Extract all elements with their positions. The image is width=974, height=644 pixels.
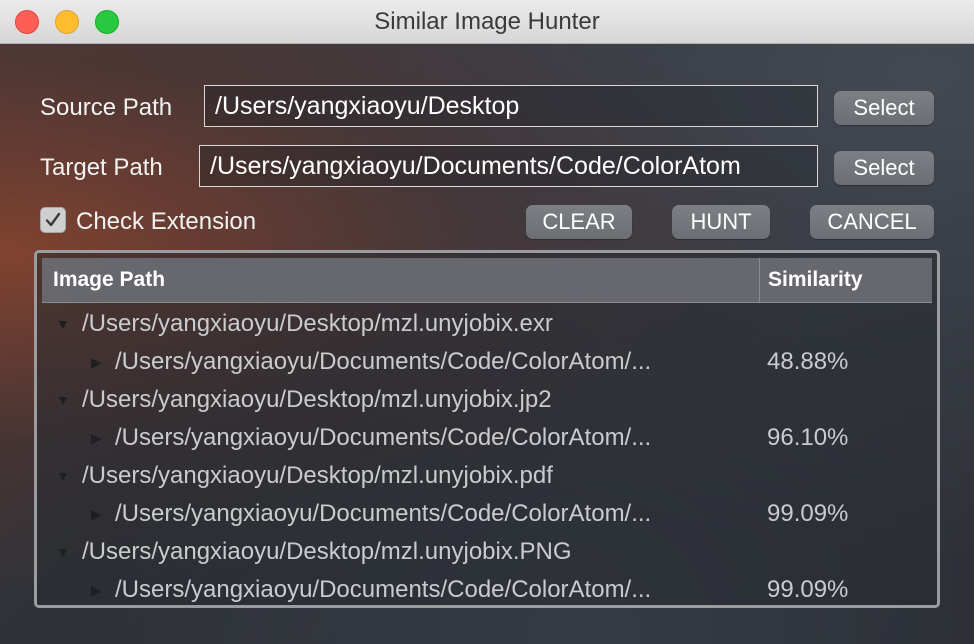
outline-row-source[interactable]: ▼/Users/yangxiaoyu/Desktop/mzl.unyjobix.…: [42, 381, 932, 419]
disclosure-expanded-icon[interactable]: ▼: [56, 381, 76, 419]
source-path-field[interactable]: /Users/yangxiaoyu/Desktop: [204, 85, 818, 127]
row-image-path: /Users/yangxiaoyu/Desktop/mzl.unyjobix.P…: [82, 538, 572, 565]
disclosure-collapsed-icon[interactable]: ▶: [91, 571, 111, 605]
row-image-path: /Users/yangxiaoyu/Desktop/mzl.unyjobix.j…: [82, 386, 552, 413]
target-select-button[interactable]: Select: [834, 151, 934, 185]
checkmark-icon: [45, 212, 61, 227]
window-title: Similar Image Hunter: [374, 8, 600, 35]
row-similarity: 96.10%: [767, 424, 849, 451]
source-path-label: Source Path: [40, 94, 173, 121]
clear-button[interactable]: CLEAR: [526, 205, 632, 239]
main-content: Source Path /Users/yangxiaoyu/Desktop Se…: [0, 44, 974, 644]
row-image-path: /Users/yangxiaoyu/Documents/Code/ColorAt…: [115, 500, 652, 527]
source-select-button[interactable]: Select: [834, 91, 934, 125]
check-extension-checkbox[interactable]: [40, 207, 66, 233]
row-image-path: /Users/yangxiaoyu/Documents/Code/ColorAt…: [115, 576, 652, 603]
title-bar: Similar Image Hunter: [0, 0, 974, 44]
disclosure-expanded-icon[interactable]: ▼: [56, 533, 76, 571]
disclosure-collapsed-icon[interactable]: ▶: [91, 343, 111, 381]
target-path-field[interactable]: /Users/yangxiaoyu/Documents/Code/ColorAt…: [199, 145, 818, 187]
disclosure-expanded-icon[interactable]: ▼: [56, 457, 76, 495]
column-header-image-path[interactable]: Image Path: [53, 258, 165, 302]
disclosure-collapsed-icon[interactable]: ▶: [91, 495, 111, 533]
row-image-path: /Users/yangxiaoyu/Desktop/mzl.unyjobix.p…: [82, 462, 553, 489]
outline-row-match[interactable]: ▶/Users/yangxiaoyu/Documents/Code/ColorA…: [42, 419, 932, 457]
row-image-path: /Users/yangxiaoyu/Documents/Code/ColorAt…: [115, 424, 652, 451]
outline-row-source[interactable]: ▼/Users/yangxiaoyu/Desktop/mzl.unyjobix.…: [42, 305, 932, 343]
app-window: Similar Image Hunter Source Path /Users/…: [0, 0, 974, 644]
outline-row-match[interactable]: ▶/Users/yangxiaoyu/Documents/Code/ColorA…: [42, 571, 932, 605]
results-table[interactable]: Image Path Similarity ▼/Users/yangxiaoyu…: [34, 250, 940, 608]
cancel-button[interactable]: CANCEL: [810, 205, 934, 239]
table-header: Image Path Similarity: [42, 258, 932, 303]
disclosure-collapsed-icon[interactable]: ▶: [91, 419, 111, 457]
row-similarity: 99.09%: [767, 500, 849, 527]
column-header-similarity[interactable]: Similarity: [768, 258, 863, 302]
outline-row-match[interactable]: ▶/Users/yangxiaoyu/Documents/Code/ColorA…: [42, 495, 932, 533]
outline-row-source[interactable]: ▼/Users/yangxiaoyu/Desktop/mzl.unyjobix.…: [42, 533, 932, 571]
target-path-label: Target Path: [40, 154, 163, 181]
outline-row-source[interactable]: ▼/Users/yangxiaoyu/Desktop/mzl.unyjobix.…: [42, 457, 932, 495]
row-image-path: /Users/yangxiaoyu/Documents/Code/ColorAt…: [115, 348, 652, 375]
column-divider[interactable]: [759, 258, 760, 302]
disclosure-expanded-icon[interactable]: ▼: [56, 305, 76, 343]
outline-row-match[interactable]: ▶/Users/yangxiaoyu/Documents/Code/ColorA…: [42, 343, 932, 381]
row-image-path: /Users/yangxiaoyu/Desktop/mzl.unyjobix.e…: [82, 310, 553, 337]
row-similarity: 99.09%: [767, 576, 849, 603]
hunt-button[interactable]: HUNT: [672, 205, 770, 239]
results-outline: ▼/Users/yangxiaoyu/Desktop/mzl.unyjobix.…: [42, 303, 932, 603]
check-extension-label[interactable]: Check Extension: [76, 208, 256, 236]
row-similarity: 48.88%: [767, 348, 849, 375]
